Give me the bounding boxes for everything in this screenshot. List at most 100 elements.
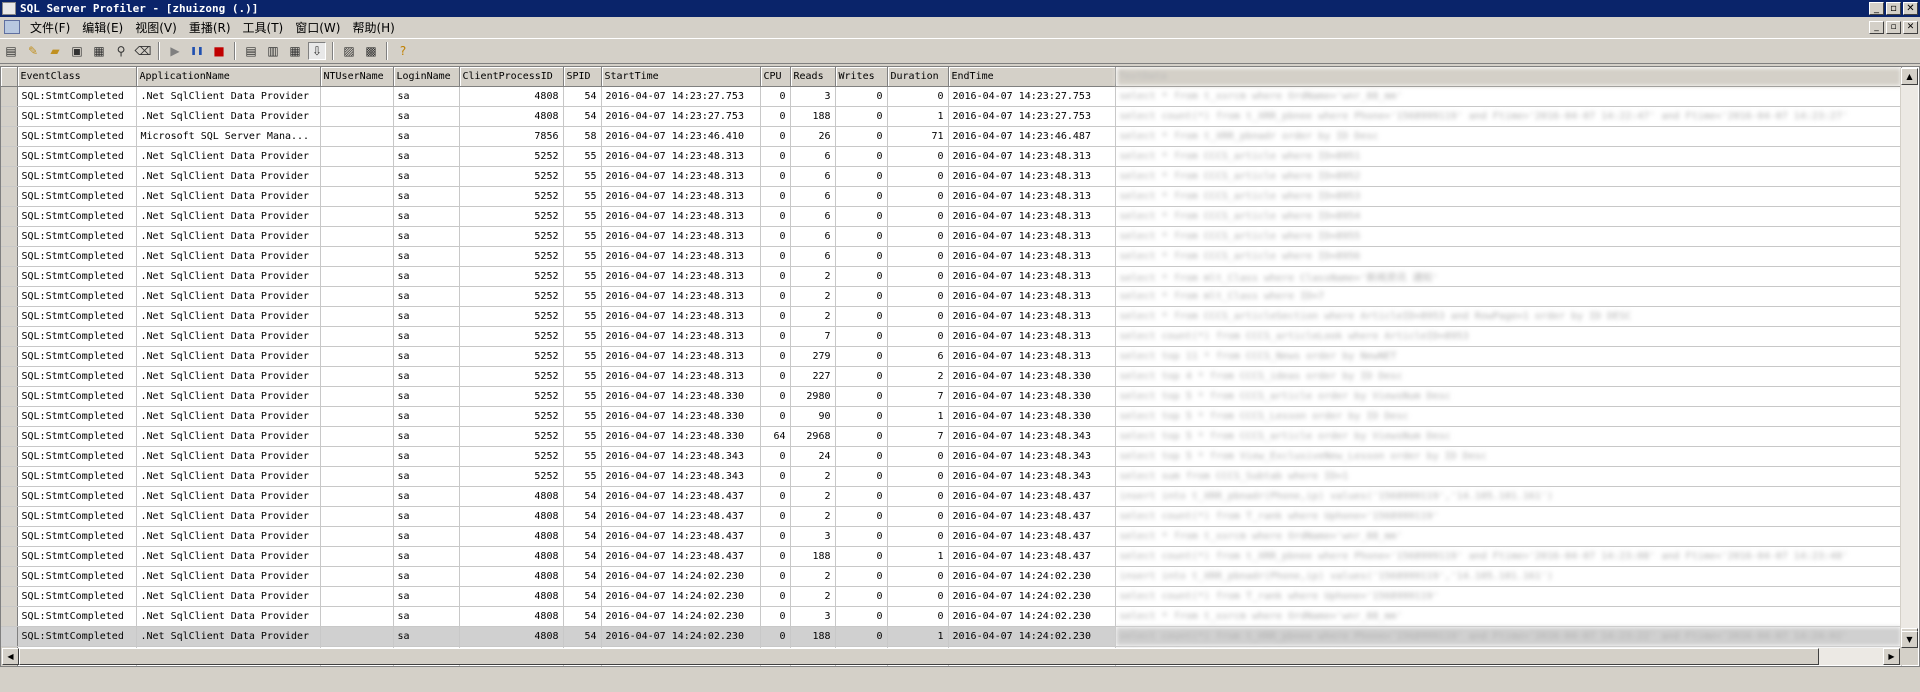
row-header[interactable] [1, 566, 18, 587]
table-row[interactable]: SQL:StmtCompleted.Net SqlClient Data Pro… [1, 146, 1902, 167]
menu-window[interactable]: 窗口(W) [289, 19, 346, 36]
doc-restore-button[interactable]: ▫ [1886, 20, 1901, 34]
stop-icon[interactable]: ■ [210, 42, 228, 60]
row-header[interactable] [1, 266, 18, 287]
chart-icon[interactable]: ▩ [362, 42, 380, 60]
column-header-loginname[interactable]: LoginName [393, 67, 460, 87]
scroll-down-button[interactable]: ▼ [1901, 631, 1918, 648]
help-icon[interactable]: ? [394, 42, 412, 60]
close-button[interactable]: ✕ [1903, 2, 1918, 15]
row-header[interactable] [1, 166, 18, 187]
row-header[interactable] [1, 466, 18, 487]
row-header[interactable] [1, 546, 18, 567]
row-header[interactable] [1, 386, 18, 407]
row-header[interactable] [1, 606, 18, 627]
row-header[interactable] [1, 206, 18, 227]
menu-edit[interactable]: 编辑(E) [76, 19, 129, 36]
table-row[interactable]: SQL:StmtCompleted.Net SqlClient Data Pro… [1, 526, 1902, 547]
table-row[interactable]: SQL:StmtCompleted.Net SqlClient Data Pro… [1, 246, 1902, 267]
row-header[interactable] [1, 526, 18, 547]
row-header[interactable] [1, 366, 18, 387]
events-icon[interactable]: ▤ [242, 42, 260, 60]
row-header[interactable] [1, 346, 18, 367]
table-row[interactable]: SQL:StmtCompleted.Net SqlClient Data Pro… [1, 86, 1902, 107]
column-header-clientprocessid[interactable]: ClientProcessID [459, 67, 564, 87]
row-header[interactable] [1, 126, 18, 147]
row-header[interactable] [1, 106, 18, 127]
open-icon[interactable]: ▰ [46, 42, 64, 60]
menu-file[interactable]: 文件(F) [24, 19, 76, 36]
new-trace-icon[interactable]: ▤ [2, 42, 20, 60]
vertical-scrollbar[interactable]: ▲ ▼ [1900, 68, 1918, 648]
table-row[interactable]: SQL:StmtCompleted.Net SqlClient Data Pro… [1, 306, 1902, 327]
horizontal-scroll-thumb[interactable] [19, 648, 1819, 665]
table-row[interactable]: SQL:StmtCompleted.Net SqlClient Data Pro… [1, 266, 1902, 287]
table-row[interactable]: SQL:StmtCompleted.Net SqlClient Data Pro… [1, 206, 1902, 227]
table-row[interactable]: SQL:StmtCompleted.Net SqlClient Data Pro… [1, 586, 1902, 607]
table-row[interactable]: SQL:StmtCompleted.Net SqlClient Data Pro… [1, 606, 1902, 627]
table-row[interactable]: SQL:StmtCompleted.Net SqlClient Data Pro… [1, 426, 1902, 447]
save-icon[interactable]: ▣ [68, 42, 86, 60]
column-header-ntusername[interactable]: NTUserName [320, 67, 394, 87]
pause-icon[interactable]: ❚❚ [188, 42, 206, 60]
filter-icon[interactable]: ▥ [264, 42, 282, 60]
row-header[interactable] [1, 426, 18, 447]
scroll-up-button[interactable]: ▲ [1901, 68, 1918, 85]
scroll-right-button[interactable]: ▶ [1883, 648, 1900, 665]
scroll-left-button[interactable]: ◀ [2, 648, 19, 665]
table-row[interactable]: SQL:StmtCompleted.Net SqlClient Data Pro… [1, 406, 1902, 427]
row-header[interactable] [1, 586, 18, 607]
row-header[interactable] [1, 146, 18, 167]
column-header-textdata[interactable]: TextData [1115, 67, 1902, 87]
column-header-eventclass[interactable]: EventClass [17, 67, 137, 87]
clear-icon[interactable]: ⌫ [134, 42, 152, 60]
row-header[interactable] [1, 486, 18, 507]
find-icon[interactable]: ⚲ [112, 42, 130, 60]
table-row[interactable]: SQL:StmtCompleted.Net SqlClient Data Pro… [1, 566, 1902, 587]
row-header[interactable] [1, 286, 18, 307]
column-header-reads[interactable]: Reads [790, 67, 836, 87]
row-header[interactable] [1, 86, 18, 107]
doc-minimize-button[interactable]: _ [1869, 20, 1884, 34]
table-row[interactable]: SQL:StmtCompleted.Net SqlClient Data Pro… [1, 346, 1902, 367]
columns-icon[interactable]: ▦ [286, 42, 304, 60]
column-header-writes[interactable]: Writes [835, 67, 888, 87]
table-row[interactable]: SQL:StmtCompleted.Net SqlClient Data Pro… [1, 326, 1902, 347]
properties-icon[interactable]: ▦ [90, 42, 108, 60]
table-row[interactable]: SQL:StmtCompleted Microsoft SQL Server Ma… [1, 126, 1902, 147]
autoscroll-icon[interactable]: ⇩ [308, 42, 326, 60]
table-row[interactable]: SQL:StmtCompleted.Net SqlClient Data Pro… [1, 286, 1902, 307]
column-header-spid[interactable]: SPID [563, 67, 602, 87]
trace-grid[interactable]: EventClass ApplicationName NTUserName Login… [0, 66, 1920, 667]
row-header[interactable] [1, 406, 18, 427]
table-row[interactable]: SQL:StmtCompleted.Net SqlClient Data Pro… [1, 386, 1902, 407]
table-row[interactable]: SQL:StmtCompleted.Net SqlClient Data Pro… [1, 166, 1902, 187]
new-template-icon[interactable]: ✎ [24, 42, 42, 60]
table-row[interactable]: SQL:StmtCompleted.Net SqlClient Data Pro… [1, 446, 1902, 467]
run-icon[interactable]: ▶ [166, 42, 184, 60]
maximize-button[interactable]: ▫ [1886, 2, 1901, 15]
row-header[interactable] [1, 506, 18, 527]
table-row[interactable]: SQL:StmtCompleted.Net SqlClient Data Pro… [1, 226, 1902, 247]
row-header[interactable] [1, 246, 18, 267]
column-header-cpu[interactable]: CPU [760, 67, 791, 87]
table-row[interactable]: SQL:StmtCompleted.Net SqlClient Data Pro… [1, 626, 1902, 647]
table-row[interactable]: SQL:StmtCompleted.Net SqlClient Data Pro… [1, 486, 1902, 507]
menu-tools[interactable]: 工具(T) [237, 19, 290, 36]
menu-replay[interactable]: 重播(R) [183, 19, 237, 36]
row-header[interactable] [1, 446, 18, 467]
row-header[interactable] [1, 326, 18, 347]
column-header-duration[interactable]: Duration [887, 67, 949, 87]
horizontal-scrollbar[interactable]: ◀ ▶ [2, 648, 1900, 665]
minimize-button[interactable]: _ [1869, 2, 1884, 15]
table-row[interactable]: SQL:StmtCompleted.Net SqlClient Data Pro… [1, 106, 1902, 127]
column-header-endtime[interactable]: EndTime [948, 67, 1116, 87]
table-row[interactable]: SQL:StmtCompleted.Net SqlClient Data Pro… [1, 366, 1902, 387]
table-row[interactable]: SQL:StmtCompleted.Net SqlClient Data Pro… [1, 546, 1902, 567]
table-row[interactable]: SQL:StmtCompleted.Net SqlClient Data Pro… [1, 186, 1902, 207]
menu-help[interactable]: 帮助(H) [346, 19, 400, 36]
document-icon[interactable] [4, 20, 20, 34]
column-header-starttime[interactable]: StartTime [601, 67, 761, 87]
doc-close-button[interactable]: ✕ [1903, 20, 1918, 34]
row-header[interactable] [1, 306, 18, 327]
